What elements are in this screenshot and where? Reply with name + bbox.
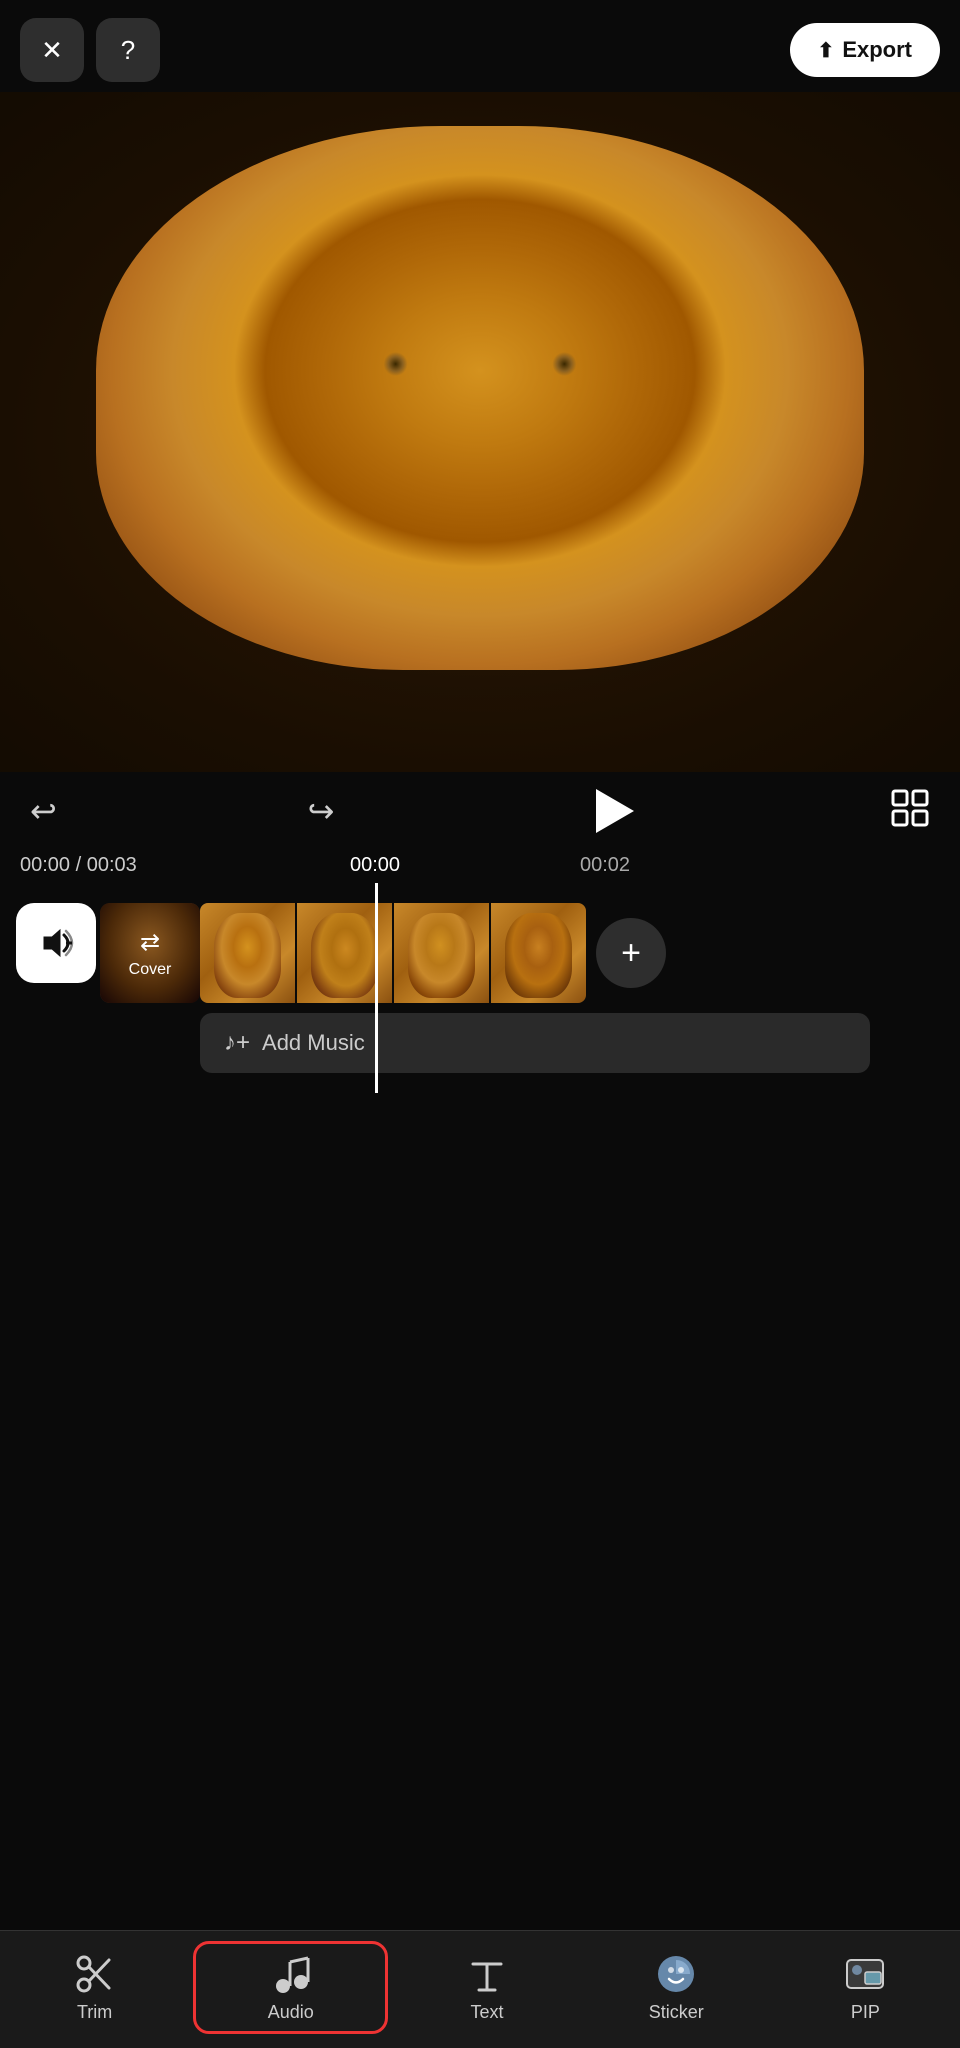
track-container: ⇄ Cover + ♪+ Add Musi (0, 893, 960, 1083)
text-label: Text (471, 2002, 504, 2023)
nav-item-trim[interactable]: Trim (0, 1944, 189, 2031)
video-track-content: ⇄ Cover + ♪+ Add Musi (100, 903, 960, 1073)
add-clip-button[interactable]: + (596, 918, 666, 988)
pip-label: PIP (851, 2002, 880, 2023)
undo-button[interactable]: ↩ (30, 792, 57, 830)
frame-4 (491, 903, 586, 1003)
playback-controls: ↩ ↪ (0, 772, 960, 850)
frame-1 (200, 903, 295, 1003)
top-left-controls: ✕ ? (20, 18, 160, 82)
bottom-navigation: Trim Audio Text Sticker (0, 1930, 960, 2048)
video-preview (0, 92, 960, 772)
fullscreen-button[interactable] (890, 788, 930, 835)
frame-3 (394, 903, 489, 1003)
track-wrapper: ⇄ Cover + ♪+ Add Musi (0, 883, 960, 1093)
video-frames[interactable] (200, 903, 586, 1003)
video-frame (0, 92, 960, 772)
export-label: Export (842, 37, 912, 63)
speaker-icon (36, 923, 76, 963)
play-icon (596, 789, 634, 833)
scissors-icon (73, 1952, 117, 1996)
play-button[interactable] (585, 784, 639, 838)
empty-timeline-space (0, 1103, 960, 1703)
export-button[interactable]: ⬆ Export (790, 23, 940, 77)
cover-thumbnail[interactable]: ⇄ Cover (100, 903, 200, 1003)
music-note-icon: ♪+ (224, 1029, 250, 1057)
text-icon (465, 1952, 509, 1996)
close-button[interactable]: ✕ (20, 18, 84, 82)
pip-icon (843, 1952, 887, 1996)
audio-label: Audio (268, 2002, 314, 2023)
time-ruler: 00:00 / 00:03 00:00 00:02 (0, 850, 960, 883)
nav-item-audio[interactable]: Audio (193, 1941, 388, 2034)
upload-icon: ⬆ (818, 38, 835, 63)
audio-note-icon (269, 1952, 313, 1996)
help-button[interactable]: ? (96, 18, 160, 82)
frame-2 (297, 903, 392, 1003)
lion-image (0, 92, 960, 772)
sticker-icon (654, 1952, 698, 1996)
current-time: 00:00 / 00:03 (0, 854, 160, 877)
add-music-row[interactable]: ♪+ Add Music (200, 1013, 870, 1073)
cover-swap-icon: ⇄ (140, 928, 160, 957)
track-side-controls (0, 903, 100, 983)
fullscreen-icon (890, 788, 930, 828)
sticker-label: Sticker (649, 2002, 704, 2023)
nav-item-sticker[interactable]: Sticker (582, 1944, 771, 2031)
top-bar: ✕ ? ⬆ Export (0, 0, 960, 92)
ruler-marker-start: 00:00 (350, 854, 400, 877)
nav-item-text[interactable]: Text (392, 1944, 581, 2031)
audio-mute-button[interactable] (16, 903, 96, 983)
redo-button[interactable]: ↪ (308, 792, 335, 830)
cover-label: Cover (129, 961, 172, 979)
video-track: ⇄ Cover + (100, 903, 960, 1003)
timeline-area: 00:00 / 00:03 00:00 00:02 (0, 850, 960, 1103)
ruler-marker-mid: 00:02 (580, 854, 630, 877)
add-music-label: Add Music (262, 1030, 365, 1056)
nav-item-pip[interactable]: PIP (771, 1944, 960, 2031)
trim-label: Trim (77, 2002, 112, 2023)
